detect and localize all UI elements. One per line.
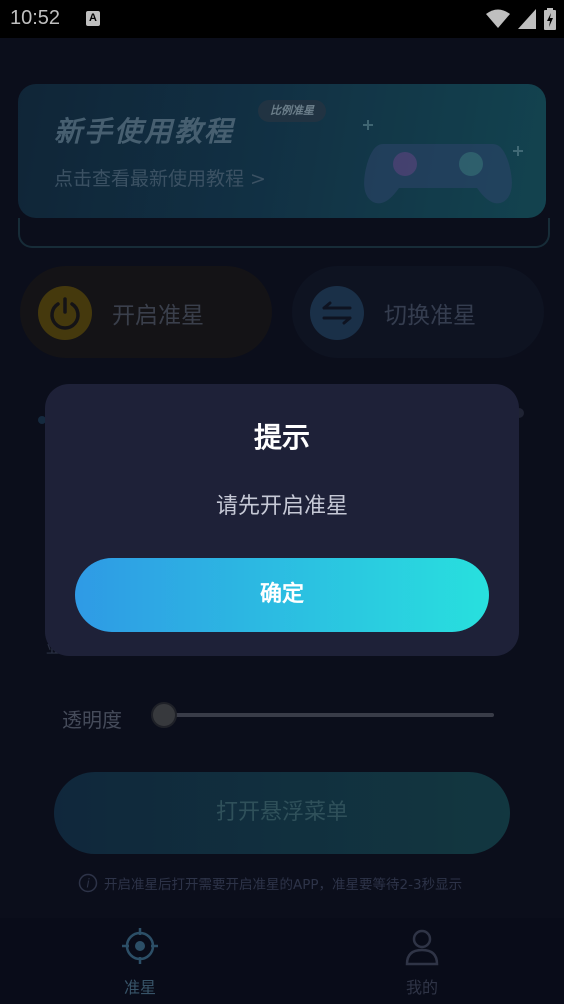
alert-dialog: 提示 请先开启准星 确定: [45, 384, 519, 656]
dialog-message: 请先开启准星: [215, 494, 348, 519]
dialog-title: 提示: [253, 421, 310, 454]
dialog-ok-button[interactable]: 确定: [75, 558, 489, 632]
